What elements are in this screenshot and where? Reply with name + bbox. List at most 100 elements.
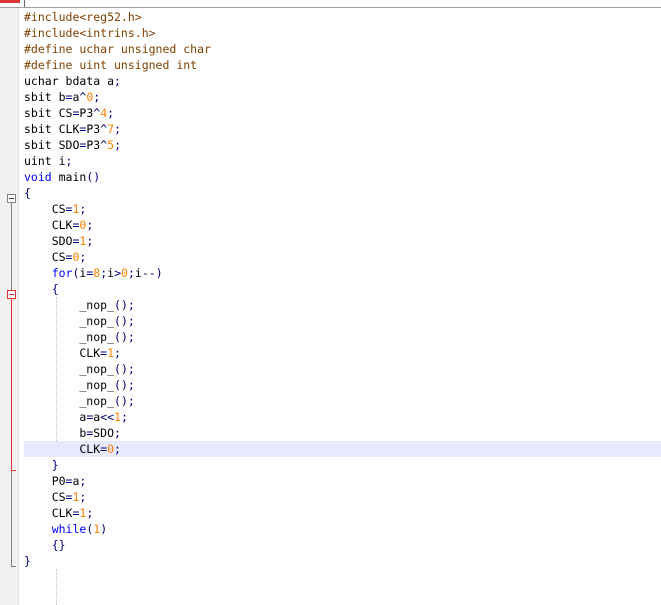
code-line[interactable]: CS=1; (24, 489, 661, 505)
code-line[interactable]: } (24, 553, 661, 569)
code-token: #include<intrins.h> (24, 26, 156, 40)
code-line[interactable]: CLK=1; (24, 505, 661, 521)
code-line[interactable]: _nop_(); (24, 329, 661, 345)
code-line[interactable]: for(i=8;i>0;i--) (24, 265, 661, 281)
code-token: ; (79, 490, 87, 504)
code-token: ; (114, 442, 121, 456)
code-token: ; (114, 426, 121, 440)
code-line[interactable]: _nop_(); (24, 313, 661, 329)
code-line[interactable]: CLK=1; (24, 345, 661, 361)
code-token: (); (114, 314, 135, 328)
code-token: main (51, 170, 87, 184)
code-token: CS (24, 250, 66, 264)
code-token: ; (114, 74, 121, 88)
code-token: CLK (24, 218, 73, 232)
code-token: _nop_ (24, 394, 115, 408)
code-token: SDO (93, 426, 115, 440)
code-line[interactable]: _nop_(); (24, 393, 661, 409)
code-token: _nop_ (24, 298, 115, 312)
code-token: () (86, 170, 101, 184)
code-token: #define uint unsigned int (24, 58, 198, 72)
code-token: sbit CS (24, 106, 73, 120)
code-token: (); (114, 330, 135, 344)
code-token: void (24, 170, 52, 184)
code-token: CLK (24, 442, 101, 456)
fold-for-minus-box-icon[interactable] (7, 290, 16, 299)
code-token: CS (24, 202, 66, 216)
fold-main-minus-box-icon[interactable] (7, 194, 16, 203)
code-token: ; (79, 474, 87, 488)
code-line[interactable]: CLK=0; (24, 217, 661, 233)
code-token: uint i (24, 154, 66, 168)
code-line[interactable]: CLK=0; (24, 441, 661, 457)
code-line[interactable]: _nop_(); (24, 297, 661, 313)
indent-guide (56, 569, 57, 605)
code-token: _nop_ (24, 378, 115, 392)
code-line[interactable]: { (24, 281, 661, 297)
code-line[interactable]: a=a<<1; (24, 409, 661, 425)
code-line[interactable]: void main() (24, 169, 661, 185)
code-line[interactable]: uchar bdata a; (24, 73, 661, 89)
code-token: sbit b (24, 90, 66, 104)
title-strip (0, 0, 661, 8)
code-line[interactable]: sbit CLK=P3^7; (24, 121, 661, 137)
code-line[interactable]: sbit CS=P3^4; (24, 105, 661, 121)
code-token: a (24, 410, 87, 424)
code-line[interactable]: #define uint unsigned int (24, 57, 661, 73)
code-token: (); (114, 362, 135, 376)
code-token: P0 (24, 474, 66, 488)
code-token: _nop_ (24, 330, 115, 344)
code-line[interactable]: #include<intrins.h> (24, 25, 661, 41)
code-token: ; (79, 250, 87, 264)
code-editor[interactable]: #include<reg52.h> #include<intrins.h> #def… (24, 9, 661, 605)
code-token: CS (24, 490, 66, 504)
code-token: SDO (24, 234, 73, 248)
code-token: } (24, 554, 31, 568)
code-token: ; (127, 266, 135, 280)
code-token: (); (114, 378, 135, 392)
code-line[interactable]: } (24, 457, 661, 473)
code-line[interactable]: uint i; (24, 153, 661, 169)
code-line[interactable]: _nop_(); (24, 377, 661, 393)
code-token: (); (114, 298, 135, 312)
code-token: > (114, 266, 122, 280)
code-line[interactable]: CS=1; (24, 201, 661, 217)
code-token: ; (114, 138, 121, 152)
code-token: ; (86, 218, 94, 232)
code-line[interactable]: #define uchar unsigned char (24, 41, 661, 57)
code-line[interactable]: #include<reg52.h> (24, 9, 661, 25)
code-token: 1 (114, 410, 121, 424)
modified-indicator (0, 0, 20, 3)
code-line[interactable]: b=SDO; (24, 425, 661, 441)
code-line[interactable]: _nop_(); (24, 361, 661, 377)
code-token: ; (79, 202, 87, 216)
fold-for-line (11, 299, 12, 470)
code-token: _nop_ (24, 314, 115, 328)
code-token: ; (93, 90, 101, 104)
code-line[interactable]: sbit SDO=P3^5; (24, 137, 661, 153)
fold-for-end (11, 470, 16, 471)
code-line[interactable]: { (24, 185, 661, 201)
code-token: { (24, 282, 59, 296)
code-line[interactable]: SDO=1; (24, 233, 661, 249)
code-token: 0 (121, 266, 128, 280)
code-token: ; (114, 122, 121, 136)
code-token: for (24, 266, 73, 280)
code-line[interactable]: while(1) (24, 521, 661, 537)
code-token: uchar bdata a (24, 74, 115, 88)
code-token: P3 (86, 138, 101, 152)
code-token: ; (120, 410, 128, 424)
code-token: ) (100, 522, 108, 536)
code-line[interactable]: sbit b=a^0; (24, 89, 661, 105)
code-line[interactable]: P0=a; (24, 473, 661, 489)
code-token: {} (24, 538, 66, 552)
fold-main-end (11, 566, 16, 567)
code-token: i (134, 266, 142, 280)
code-token: ; (65, 154, 73, 168)
code-token: ; (114, 346, 121, 360)
code-line[interactable]: {} (24, 537, 661, 553)
code-token: while (24, 522, 87, 536)
code-token: #include<reg52.h> (24, 10, 142, 24)
code-token: _nop_ (24, 362, 115, 376)
code-line[interactable]: CS=0; (24, 249, 661, 265)
